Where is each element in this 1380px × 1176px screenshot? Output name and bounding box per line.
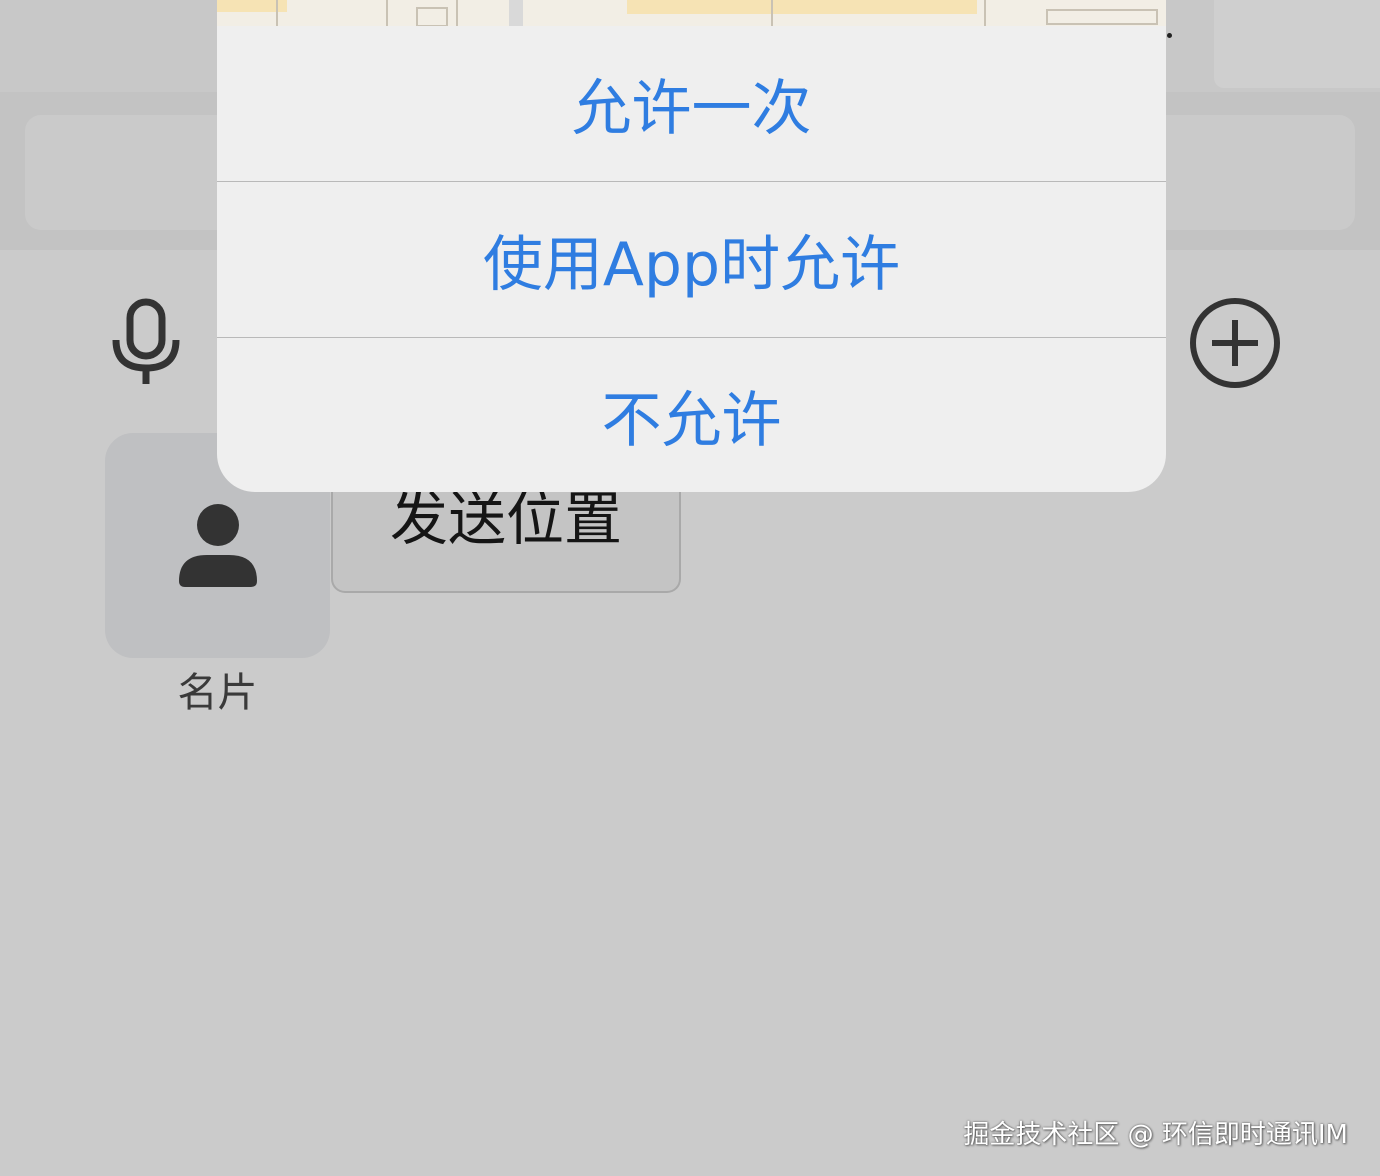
decorative-dot — [1167, 33, 1172, 38]
plus-circle-icon[interactable] — [1188, 296, 1282, 390]
location-permission-sheet: 允许一次 使用App时允许 不允许 — [217, 26, 1166, 492]
deny-button[interactable]: 不允许 — [217, 338, 1166, 492]
allow-once-button[interactable]: 允许一次 — [217, 26, 1166, 181]
watermark: 掘金技术社区 @ 环信即时通讯IM — [963, 1120, 1348, 1150]
allow-while-using-button[interactable]: 使用App时允许 — [217, 182, 1166, 337]
map-preview — [217, 0, 1166, 26]
contact-card-label: 名片 — [177, 670, 258, 716]
person-icon — [179, 504, 257, 587]
chat-bubble — [1214, 0, 1380, 88]
microphone-icon[interactable] — [110, 298, 182, 388]
